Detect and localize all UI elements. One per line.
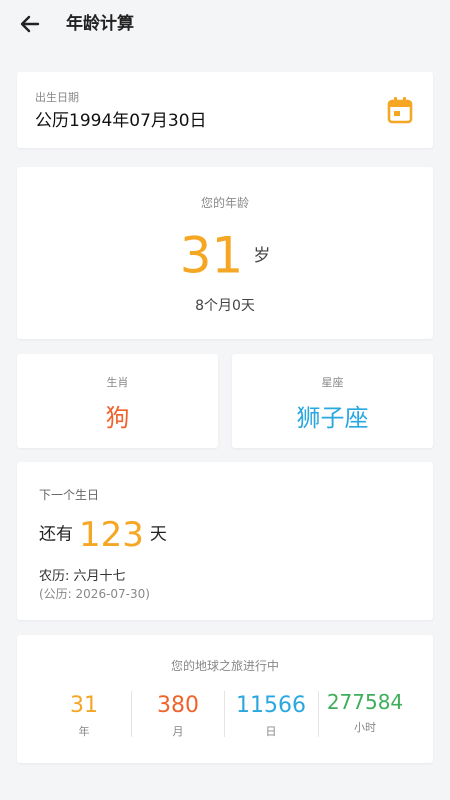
- birth-date-card[interactable]: 出生日期 公历1994年07月30日: [17, 72, 433, 148]
- stat-months: 380 月: [137, 691, 219, 738]
- stat-years-unit: 年: [78, 725, 90, 738]
- stat-days-value: 11566: [236, 693, 306, 718]
- age-years: 31: [179, 226, 244, 285]
- zodiac-value: 狗: [105, 404, 130, 432]
- stat-days: 11566 日: [229, 691, 313, 738]
- lunar-date: 农历: 六月十七: [39, 569, 126, 584]
- app-bar: 年龄计算: [0, 0, 450, 48]
- calendar-icon: [387, 97, 413, 124]
- stat-hours-unit: 小时: [354, 721, 376, 734]
- constellation-label: 星座: [321, 376, 344, 389]
- stat-divider: [224, 691, 225, 737]
- age-label: 您的年龄: [200, 196, 249, 210]
- stat-hours-value: 277584: [326, 690, 404, 714]
- stat-years-value: 31: [70, 693, 98, 718]
- stat-days-unit: 日: [265, 725, 277, 738]
- age-card: 您的年龄 31 岁 8个月0天: [17, 167, 433, 339]
- journey-title: 您的地球之旅进行中: [170, 659, 279, 673]
- stat-months-value: 380: [157, 693, 199, 718]
- stat-hours: 277584 小时: [322, 687, 408, 734]
- calendar-button[interactable]: [387, 96, 413, 124]
- stat-months-unit: 月: [172, 725, 184, 738]
- next-birthday-countdown: 还有 123 天: [39, 512, 167, 557]
- next-birthday-label: 下一个生日: [39, 488, 100, 502]
- zodiac-label: 生肖: [106, 376, 129, 389]
- back-button[interactable]: [16, 10, 44, 38]
- arrow-left-icon: [20, 15, 40, 33]
- stat-divider: [131, 691, 132, 737]
- countdown-days: 123: [79, 514, 144, 555]
- countdown-prefix: 还有: [39, 524, 73, 545]
- stat-divider: [318, 691, 319, 737]
- countdown-suffix: 天: [149, 524, 167, 545]
- birth-date-label: 出生日期: [35, 91, 79, 104]
- page-title: 年龄计算: [66, 14, 134, 34]
- constellation-card: 星座 狮子座: [232, 354, 433, 448]
- zodiac-card: 生肖 狗: [17, 354, 218, 448]
- earth-journey-card: 您的地球之旅进行中 31 年 380 月 11566 日 277584 小时: [17, 635, 433, 763]
- stat-years: 31 年: [49, 691, 119, 738]
- age-detail: 8个月0天: [195, 298, 255, 314]
- constellation-value: 狮子座: [296, 404, 369, 432]
- birth-date-value: 公历1994年07月30日: [35, 111, 207, 131]
- next-birthday-card: 下一个生日 还有 123 天 农历: 六月十七 (公历: 2026-07-30): [17, 462, 433, 620]
- solar-date: (公历: 2026-07-30): [39, 587, 150, 601]
- age-display: 31 岁: [17, 225, 433, 286]
- age-unit: 岁: [253, 245, 271, 266]
